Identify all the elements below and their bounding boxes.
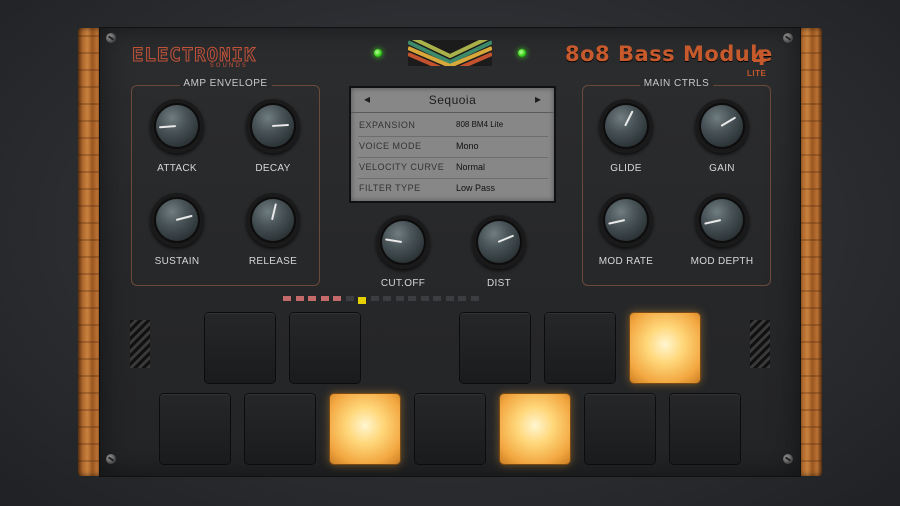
- sequencer-step: [358, 297, 366, 304]
- drum-pad[interactable]: [290, 313, 360, 383]
- display-row-voice-mode[interactable]: VOICE MODE Mono: [358, 136, 548, 158]
- sequencer-step: [295, 296, 304, 301]
- left-wood-side: [78, 28, 102, 476]
- drum-pad[interactable]: [630, 313, 700, 383]
- sequencer-step: [433, 296, 441, 301]
- vent-grille: [750, 320, 770, 368]
- display-row-value: Mono: [456, 141, 479, 151]
- display-row-filter-type[interactable]: FILTER TYPE Low Pass: [358, 178, 548, 199]
- display-row-key: VELOCITY CURVE: [359, 162, 445, 172]
- status-led-icon: [374, 49, 382, 57]
- mod-depth-knob[interactable]: [695, 193, 749, 247]
- sustain-label: SUSTAIN: [154, 256, 200, 267]
- glide-label: GLIDE: [610, 163, 642, 174]
- sequencer-step: [420, 296, 429, 301]
- display-row-key: FILTER TYPE: [359, 183, 421, 193]
- product-edition: LITE: [747, 69, 767, 78]
- sequencer-step: [333, 296, 341, 301]
- main-ctrls-label: MAIN CTRLS: [639, 78, 714, 89]
- sequencer-step: [458, 296, 466, 301]
- drum-pad[interactable]: [670, 394, 740, 464]
- preset-name[interactable]: Sequoia: [351, 93, 554, 107]
- drum-pad[interactable]: [330, 394, 400, 464]
- amp-envelope-label: AMP ENVELOPE: [179, 78, 272, 89]
- cutoff-knob[interactable]: [376, 215, 430, 269]
- sequencer-step: [470, 296, 479, 301]
- drum-pad[interactable]: [205, 313, 275, 383]
- decay-label: DECAY: [255, 163, 291, 174]
- release-label: RELEASE: [248, 256, 298, 267]
- sustain-knob[interactable]: [150, 193, 204, 247]
- display-row-velocity-curve[interactable]: VELOCITY CURVE Normal: [358, 157, 548, 179]
- mod-rate-label: MOD RATE: [598, 256, 654, 267]
- sequencer-step: [283, 296, 291, 301]
- drum-pad[interactable]: [585, 394, 655, 464]
- drum-pad[interactable]: [415, 394, 485, 464]
- screw-icon: [106, 33, 116, 43]
- status-led-icon: [518, 49, 526, 57]
- drum-pad[interactable]: [160, 394, 230, 464]
- drum-pad[interactable]: [545, 313, 615, 383]
- display-row-key: VOICE MODE: [359, 141, 422, 151]
- product-title: 8o8 Bass Module: [565, 42, 773, 66]
- screw-icon: [783, 33, 793, 43]
- sequencer-step: [370, 296, 379, 301]
- display-row-expansion[interactable]: EXPANSION 808 BM4 Lite: [358, 115, 548, 137]
- display-row-key: EXPANSION: [359, 120, 416, 130]
- right-wood-side: [798, 28, 822, 476]
- mod-rate-knob[interactable]: [599, 193, 653, 247]
- attack-label: ATTACK: [157, 163, 197, 174]
- product-title-number: 4: [752, 46, 767, 70]
- sequencer-step: [383, 296, 391, 301]
- dist-knob[interactable]: [472, 215, 526, 269]
- screw-icon: [106, 454, 116, 464]
- release-knob[interactable]: [246, 193, 300, 247]
- attack-knob[interactable]: [150, 99, 204, 153]
- display-row-value: Normal: [456, 162, 486, 172]
- gain-knob[interactable]: [695, 99, 749, 153]
- glide-knob[interactable]: [599, 99, 653, 153]
- preset-header: ◂ Sequoia ▸: [351, 88, 554, 113]
- drum-pad[interactable]: [245, 394, 315, 464]
- chevron-emblem-icon: [408, 40, 492, 66]
- mod-depth-label: MOD DEPTH: [690, 256, 754, 267]
- sequencer-step: [408, 296, 416, 301]
- vent-grille: [130, 320, 150, 368]
- sequencer-step: [395, 296, 404, 301]
- sequencer-step: [445, 296, 454, 301]
- decay-knob[interactable]: [246, 99, 300, 153]
- gain-label: GAIN: [709, 163, 735, 174]
- display-row-value: Low Pass: [456, 183, 496, 193]
- preset-display: ◂ Sequoia ▸ EXPANSION 808 BM4 Lite VOICE…: [349, 86, 556, 203]
- next-preset-arrow-icon[interactable]: ▸: [535, 92, 541, 106]
- drum-pad[interactable]: [500, 394, 570, 464]
- screw-icon: [783, 454, 793, 464]
- drum-pad[interactable]: [460, 313, 530, 383]
- display-row-value: 808 BM4 Lite: [456, 120, 504, 129]
- dist-label: DIST: [487, 278, 511, 289]
- sequencer-step: [308, 296, 316, 301]
- brand-logo-sub: SOUNDS: [210, 62, 248, 69]
- sequencer-step: [320, 296, 329, 301]
- sequencer-step: [345, 296, 354, 301]
- cutoff-label: CUT.OFF: [380, 278, 426, 289]
